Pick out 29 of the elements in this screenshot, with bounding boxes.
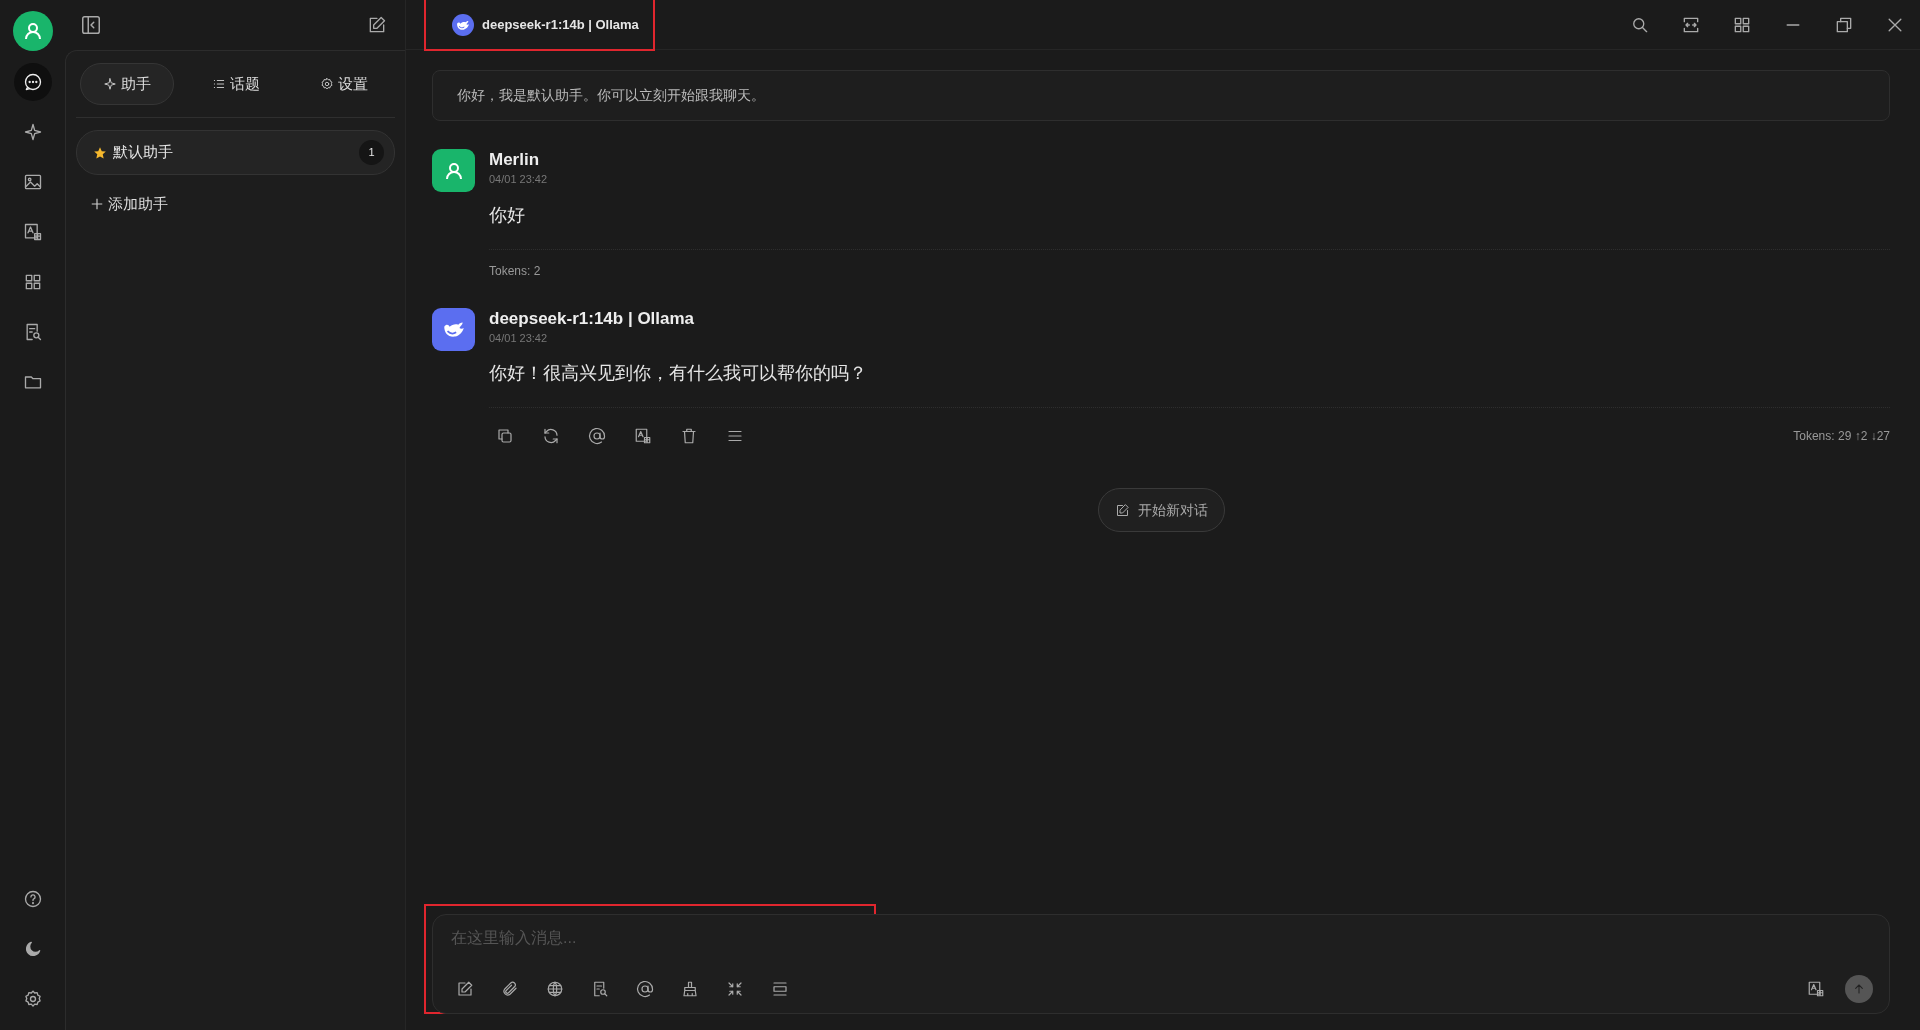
plus-icon <box>90 197 104 212</box>
add-assistant-button[interactable]: 添加助手 <box>76 187 182 222</box>
model-logo <box>452 13 474 36</box>
new-chat-button[interactable]: 开始新对话 <box>1097 488 1225 533</box>
system-message: 你好，我是默认助手。你可以立刻开始跟我聊天。 <box>432 70 1890 121</box>
token-count: Tokens: 2 <box>489 262 541 280</box>
star-icon <box>93 145 107 160</box>
sparkle-icon <box>103 77 117 91</box>
message-text: 你好！很高兴见到你，有什么我可以帮你的吗？ <box>489 360 1890 409</box>
message-time: 04/01 23:42 <box>489 330 549 346</box>
message-text: 你好 <box>489 201 1890 250</box>
assistant-name: 默认助手 <box>113 142 173 163</box>
sender-name: deepseek-r1:14b | Ollama <box>489 307 696 330</box>
user-avatar <box>432 149 475 192</box>
edit-icon <box>1114 502 1130 518</box>
sidebar-tab[interactable]: 助手 <box>80 63 174 105</box>
sidebar-tab[interactable]: 设置 <box>297 63 391 105</box>
sidebar-tab[interactable]: 话题 <box>188 63 283 105</box>
sender-name: Merlin <box>489 149 541 171</box>
token-count: Tokens: 29 ↑2 ↓27 <box>1793 428 1890 446</box>
settings-icon <box>320 77 334 91</box>
count-badge: 1 <box>359 140 384 165</box>
chat-icon[interactable] <box>13 63 52 101</box>
user-avatar[interactable] <box>12 11 53 51</box>
model-avatar <box>432 307 475 351</box>
message-time: 04/01 23:42 <box>489 172 549 188</box>
model-selector[interactable]: deepseek-r1:14b | Ollama <box>426 0 653 49</box>
assistant-item[interactable]: 默认助手 1 <box>76 130 395 175</box>
list-icon <box>211 77 226 91</box>
